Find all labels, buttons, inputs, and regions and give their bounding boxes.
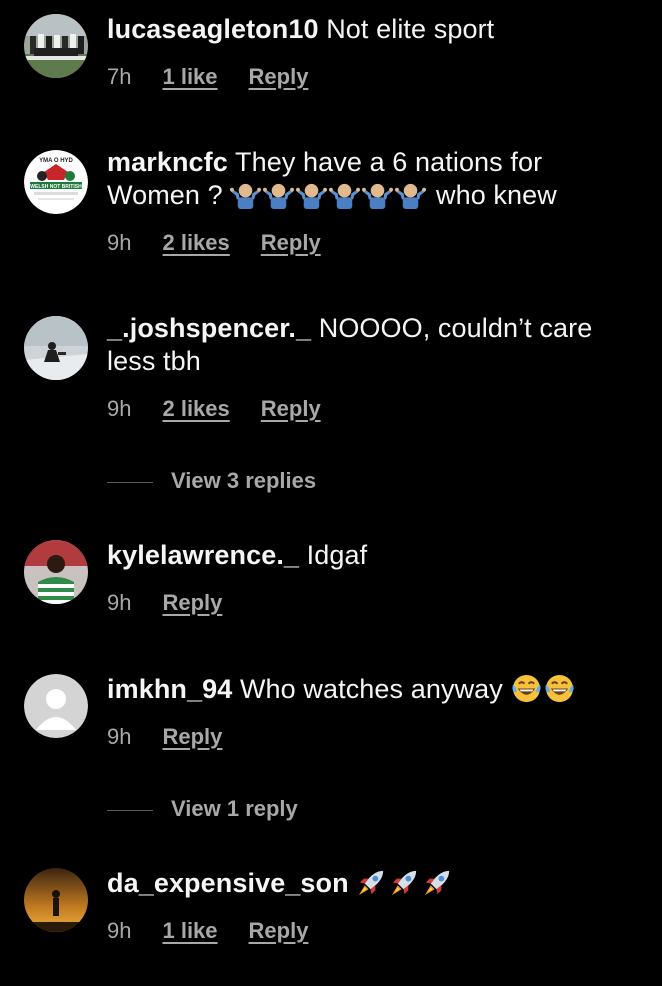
likes-link[interactable]: 2 likes [162,396,229,422]
comment-body: lucaseagleton10 Not elite sport [107,13,632,46]
comment-time: 9h [107,918,132,943]
comment-time: 9h [107,724,132,749]
comment-meta: 9h 2 likes Reply [107,230,321,256]
reply-button[interactable]: Reply [249,918,309,944]
person-shrugging-icon [395,179,426,210]
comment-body: _.joshspencer._ NOOOO, couldn’t care les… [107,312,632,378]
face-with-tears-of-joy-icon [544,673,575,704]
view-replies-button[interactable]: View 3 replies [107,468,316,494]
divider-line [107,809,153,811]
username-link[interactable]: markncfc [107,147,228,177]
comment-time: 9h [107,396,132,421]
likes-link[interactable]: 1 like [162,918,217,944]
reply-button[interactable]: Reply [162,590,222,616]
username-link[interactable]: imkhn_94 [107,674,232,704]
comment-text: Who watches anyway [239,674,503,704]
avatar[interactable] [24,14,88,78]
person-shrugging-icon [296,179,327,210]
avatar[interactable] [24,674,88,738]
avatar-text-top: YMA O HYD [39,158,73,164]
reply-button[interactable]: Reply [249,64,309,90]
rocket-icon [356,867,387,898]
username-link[interactable]: kylelawrence._ [107,540,299,570]
rocket-icon [389,867,420,898]
avatar-text-bottom: WELSH NOT BRITISH [30,184,82,190]
comment-body: da_expensive_son [107,867,632,900]
comment-meta: 9h 1 like Reply [107,918,308,944]
comment-meta: 9h Reply [107,724,222,750]
comment-time: 9h [107,590,132,615]
divider-line [107,481,153,483]
comment-time: 9h [107,230,132,255]
comment-meta: 7h 1 like Reply [107,64,308,90]
person-shrugging-icon [329,179,360,210]
avatar[interactable] [24,540,88,604]
comment-body: kylelawrence._ Idgaf [107,539,632,572]
comment-time: 7h [107,64,132,89]
comment-text: Not elite sport [326,14,495,44]
laugh-emoji-group [511,674,577,704]
reply-button[interactable]: Reply [261,396,321,422]
view-replies-label: View 3 replies [171,468,317,493]
reply-button[interactable]: Reply [162,724,222,750]
rocket-icon [422,867,453,898]
likes-link[interactable]: 1 like [162,64,217,90]
comment-text-after: who knew [435,180,557,210]
username-link[interactable]: _.joshspencer._ [107,313,311,343]
person-shrugging-icon [362,179,393,210]
rocket-emoji-group [356,868,455,898]
username-link[interactable]: da_expensive_son [107,868,349,898]
person-shrugging-icon [230,179,261,210]
comment-meta: 9h Reply [107,590,222,616]
avatar[interactable] [24,316,88,380]
username-link[interactable]: lucaseagleton10 [107,14,319,44]
view-replies-button[interactable]: View 1 reply [107,796,298,822]
likes-link[interactable]: 2 likes [162,230,229,256]
reply-button[interactable]: Reply [261,230,321,256]
person-shrugging-icon [263,179,294,210]
shrug-emoji-group [230,180,428,210]
avatar[interactable] [24,868,88,932]
avatar[interactable]: YMA O HYD WELSH NOT BRITISH [24,150,88,214]
comment-meta: 9h 2 likes Reply [107,396,321,422]
comment-body: imkhn_94 Who watches anyway [107,673,632,706]
face-with-tears-of-joy-icon [511,673,542,704]
comment-text: Idgaf [306,540,368,570]
view-replies-label: View 1 reply [171,796,298,821]
comment-body: markncfc They have a 6 nations for Women… [107,146,632,212]
